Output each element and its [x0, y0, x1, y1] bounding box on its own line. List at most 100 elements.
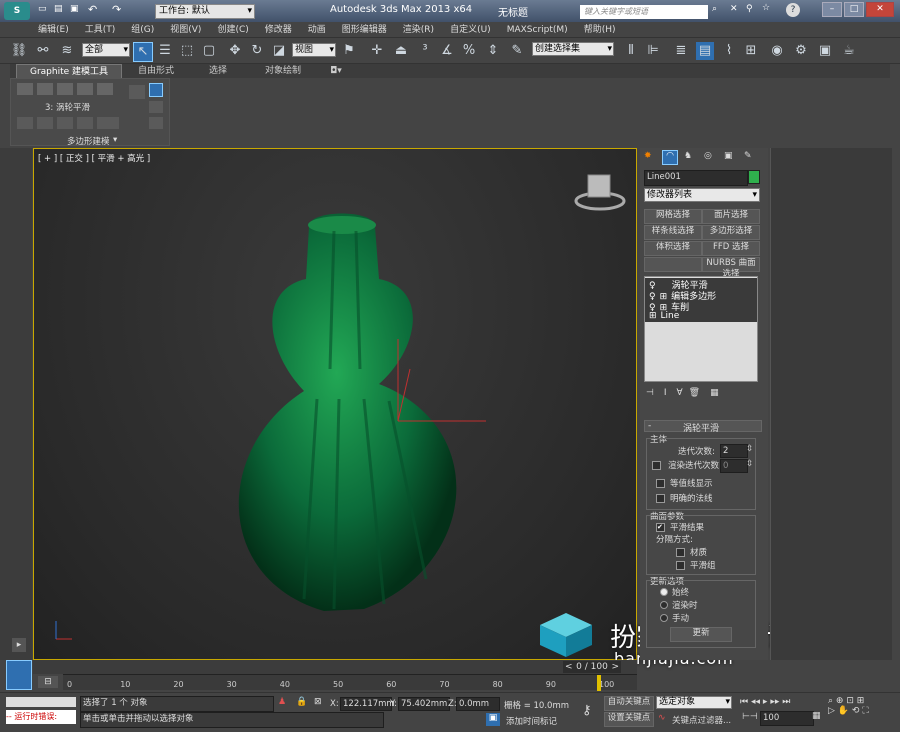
mesh-select-button[interactable]: 网格选择 [644, 209, 702, 224]
polygon-icon[interactable] [77, 83, 93, 95]
menu-graph-editors[interactable]: 图形编辑器 [334, 22, 395, 38]
modify-tab-icon[interactable]: ◠ [662, 150, 678, 165]
unlink-icon[interactable]: ⚯ [34, 42, 52, 60]
menu-views[interactable]: 视图(V) [162, 22, 209, 38]
chevron-down-icon[interactable]: ▾ [113, 135, 117, 145]
zoom-all-icon[interactable]: ⊕ [836, 696, 844, 706]
time-config-icon[interactable]: ▦ [812, 711, 821, 721]
display-tab-icon[interactable]: ▣ [724, 151, 733, 161]
smooth-result-checkbox[interactable]: ✔ [656, 523, 665, 532]
rendered-frame-icon[interactable]: ▣ [816, 42, 834, 60]
manually-radio[interactable] [660, 614, 668, 622]
vertex-icon[interactable] [17, 83, 33, 95]
tab-selection[interactable]: 选择 [190, 64, 246, 78]
x-coordinate-field[interactable]: 122.117mm [340, 697, 395, 711]
mini-curve-editor-icon[interactable] [6, 660, 32, 690]
binoculars-icon[interactable]: ⌕ [712, 4, 717, 14]
modify-mode-icon[interactable] [129, 85, 145, 99]
make-unique-icon[interactable]: ∀ [677, 388, 683, 398]
menu-rendering[interactable]: 渲染(R) [395, 22, 442, 38]
maximize-viewport-icon[interactable]: ⛶ [862, 706, 868, 716]
angle-snap-icon[interactable]: ∡ [438, 42, 456, 60]
slider-next-icon[interactable]: > [611, 661, 619, 673]
expand-play-icon[interactable]: ▸ [12, 638, 26, 652]
select-manipulate-icon[interactable]: ✛ [368, 42, 386, 60]
graphite-toggle-icon[interactable]: ▤ [696, 42, 714, 60]
set-key-button[interactable]: 设置关键点 [604, 712, 654, 727]
poly-select-button[interactable]: 多边形选择 [702, 225, 760, 240]
render-iterations-checkbox[interactable] [652, 461, 661, 470]
prev-frame-icon[interactable]: ◂◂ [751, 697, 760, 707]
object-color-swatch[interactable] [748, 170, 760, 184]
pan-icon[interactable]: ✋ [838, 706, 849, 716]
update-button[interactable]: 更新 [670, 627, 732, 642]
reference-coordinate-select[interactable]: 视图 ▾ [292, 43, 336, 57]
menu-modifiers[interactable]: 修改器 [257, 22, 300, 38]
key-filter-curve-icon[interactable]: ∿ [658, 713, 666, 723]
subscription-icon[interactable]: ⚲ [746, 4, 753, 14]
explicit-normals-checkbox[interactable] [656, 494, 665, 503]
create-tab-icon[interactable]: ✸ [644, 151, 652, 161]
select-by-name-icon[interactable]: ☰ [156, 42, 174, 60]
time-slider-track[interactable]: <0 / 100 > [33, 660, 637, 674]
track-bar-icon[interactable]: ⊟ [38, 676, 58, 688]
redo-icon[interactable]: ↷ [112, 3, 121, 16]
always-radio[interactable] [660, 588, 668, 596]
rollout-header[interactable]: - 涡轮平滑 [644, 420, 762, 434]
material-editor-icon[interactable]: ◉ [768, 42, 786, 60]
collapse-stack-icon[interactable] [17, 117, 33, 129]
maximize-button[interactable]: □ [844, 2, 864, 17]
workspace-select[interactable]: 工作台: 默认 ▾ [155, 4, 255, 19]
pivot-center-icon[interactable]: ⚑ [340, 42, 358, 60]
go-to-end-icon[interactable]: ⏭ [782, 697, 790, 707]
auto-key-button[interactable]: 自动关键点 [604, 696, 654, 711]
isolate-selection-icon[interactable]: ♟ [278, 697, 286, 707]
modifier-list-select[interactable]: 修改器列表 ▾ [644, 188, 760, 202]
menu-edit[interactable]: 编辑(E) [30, 22, 77, 38]
window-crossing-icon[interactable]: ▢ [200, 42, 218, 60]
key-filters-button[interactable]: 关键点过滤器... [672, 714, 731, 726]
edit-named-selection-icon[interactable]: ✎ [508, 42, 526, 60]
maxscript-listener-field[interactable] [6, 697, 76, 707]
stack-item-line[interactable]: ⊞ Line [645, 311, 757, 322]
curve-editor-icon[interactable]: ⌇ [720, 42, 738, 60]
track-bar-ruler[interactable]: 0 10 20 30 40 50 60 70 80 90 100 [63, 674, 637, 691]
view-cube-icon[interactable] [574, 174, 626, 211]
percent-snap-icon[interactable]: % [460, 42, 478, 60]
element-icon[interactable] [97, 83, 113, 95]
tools-icon[interactable]: ✕ [730, 4, 738, 14]
star-icon[interactable]: ☆ [762, 3, 770, 13]
stack-item-edit-poly[interactable]: ♀ ⊞ 编辑多边形 [645, 289, 757, 302]
keyboard-shortcut-icon[interactable]: ⏏ [392, 42, 410, 60]
menu-create[interactable]: 创建(C) [209, 22, 256, 38]
link-icon[interactable]: ⛓ [10, 42, 28, 60]
align-icon[interactable]: ⊫ [644, 42, 662, 60]
spinner-snap-icon[interactable]: ⇕ [484, 42, 502, 60]
next-modifier-icon[interactable] [57, 117, 73, 129]
collapse-icon[interactable]: - [648, 421, 651, 431]
field-of-view-icon[interactable]: ▷ [828, 706, 835, 716]
new-file-icon[interactable]: ▭ [38, 4, 47, 14]
select-object-icon[interactable]: ↖ [133, 42, 153, 62]
empty-modifier-button[interactable] [644, 257, 702, 272]
help-icon[interactable]: ? [786, 3, 800, 17]
menu-group[interactable]: 组(G) [123, 22, 162, 38]
volume-select-button[interactable]: 体积选择 [644, 241, 702, 256]
spline-select-button[interactable]: 样条线选择 [644, 225, 702, 240]
zoom-extents-icon[interactable]: ⊡ [846, 696, 854, 706]
zoom-extents-all-icon[interactable]: ⊞ [857, 696, 865, 706]
move-icon[interactable]: ✥ [226, 42, 244, 60]
render-setup-icon[interactable]: ⚙ [792, 42, 810, 60]
slider-prev-icon[interactable]: < [565, 661, 573, 673]
orbit-icon[interactable]: ⟲ [852, 706, 860, 716]
nurbs-select-button[interactable]: NURBS 曲面选择 [702, 257, 760, 279]
open-file-icon[interactable]: ▤ [54, 4, 63, 14]
menu-animation[interactable]: 动画 [300, 22, 334, 38]
search-input[interactable]: 键入关键字或短语 [580, 5, 708, 19]
app-logo-icon[interactable]: S [4, 2, 30, 20]
schematic-view-icon[interactable]: ⊞ [742, 42, 760, 60]
menu-customize[interactable]: 自定义(U) [442, 22, 499, 38]
go-to-start-icon[interactable]: ⏮ [740, 697, 748, 707]
mirror-icon[interactable]: ⫴ [622, 42, 640, 60]
save-icon[interactable]: ▣ [70, 4, 79, 14]
